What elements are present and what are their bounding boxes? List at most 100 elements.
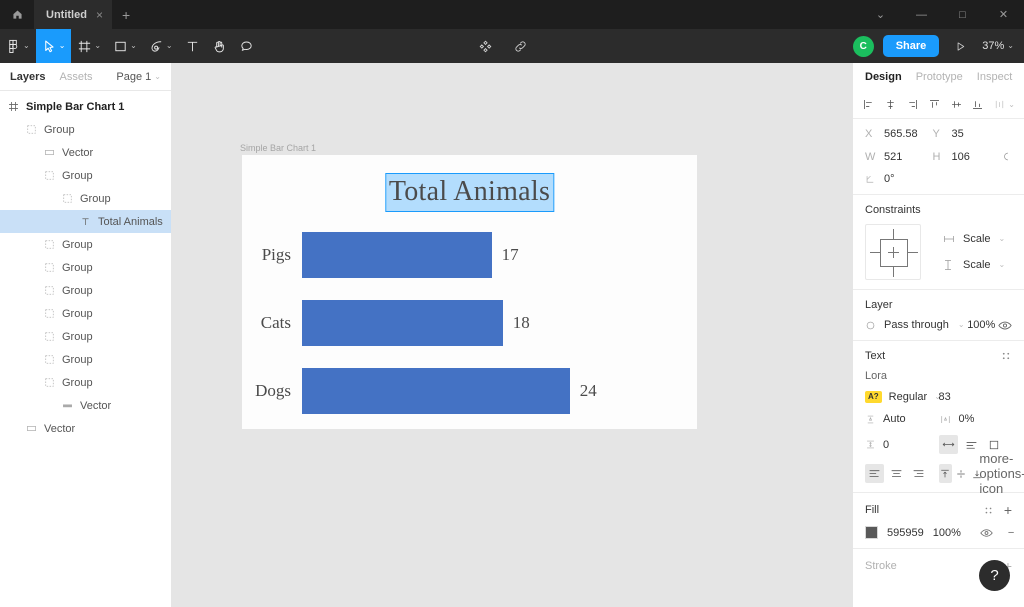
chevron-down-icon[interactable]: ⌄ xyxy=(860,0,901,29)
avatar[interactable]: C xyxy=(852,35,874,57)
document-tab[interactable]: Untitled × xyxy=(34,0,112,29)
y-field[interactable]: Y 35 xyxy=(933,128,1001,140)
horizontal-constraint[interactable]: Scale ⌄ xyxy=(943,233,1005,245)
text-tool-icon[interactable] xyxy=(179,29,206,63)
shape-tool-icon[interactable]: ⌄ xyxy=(107,29,143,63)
fill-opacity-value[interactable]: 100% xyxy=(933,527,961,539)
tab-prototype[interactable]: Prototype xyxy=(916,71,963,83)
chevron-down-icon[interactable]: ⌄ xyxy=(59,42,66,50)
width-value[interactable]: 521 xyxy=(884,151,902,163)
text-align-right-icon[interactable] xyxy=(909,464,928,483)
chevron-down-icon[interactable]: ⌄ xyxy=(1008,100,1015,109)
eye-icon[interactable] xyxy=(980,528,993,538)
close-icon[interactable]: × xyxy=(96,8,103,22)
y-value[interactable]: 35 xyxy=(952,128,964,140)
blend-mode-value[interactable]: Pass through xyxy=(884,319,949,331)
x-field[interactable]: X 565.58 xyxy=(865,128,933,140)
horizontal-constraint-value[interactable]: Scale xyxy=(963,233,991,245)
share-button[interactable]: Share xyxy=(882,35,940,57)
text-align-center-icon[interactable] xyxy=(887,464,906,483)
bar-rect[interactable] xyxy=(302,300,503,346)
window-close-icon[interactable]: ✕ xyxy=(983,0,1024,29)
text-valign-middle-icon[interactable] xyxy=(955,464,968,483)
distribute-icon[interactable]: ⌄ xyxy=(993,98,1015,111)
chart-title[interactable]: Total Animals xyxy=(384,173,555,212)
auto-height-icon[interactable] xyxy=(962,435,981,454)
home-button[interactable] xyxy=(0,0,34,29)
add-fill-button[interactable]: + xyxy=(1004,502,1012,518)
fill-color-hex[interactable]: 595959 xyxy=(887,527,924,539)
link-icon[interactable] xyxy=(507,29,534,63)
bar-rect[interactable] xyxy=(302,232,492,278)
comment-tool-icon[interactable] xyxy=(233,29,260,63)
letter-spacing-value[interactable]: 0% xyxy=(959,413,975,425)
line-height-field[interactable]: Auto xyxy=(865,413,939,425)
design-canvas[interactable]: Simple Bar Chart 1 Total Animals Pigs 17 C… xyxy=(172,63,852,607)
chevron-down-icon[interactable]: ⌄ xyxy=(94,42,101,50)
constraints-widget[interactable] xyxy=(865,224,921,280)
layer-row[interactable]: Group xyxy=(0,256,171,279)
frame-name-label[interactable]: Simple Bar Chart 1 xyxy=(240,143,316,153)
chevron-down-icon[interactable]: ⌄ xyxy=(999,235,1006,243)
layer-row[interactable]: Group xyxy=(0,325,171,348)
align-right-icon[interactable] xyxy=(906,98,919,111)
chart-frame[interactable]: Total Animals Pigs 17 Cats 18 Dogs 24 xyxy=(242,155,697,429)
bar-row[interactable]: Pigs 17 xyxy=(242,221,697,289)
align-left-icon[interactable] xyxy=(862,98,875,111)
bar-rect[interactable] xyxy=(302,368,570,414)
paragraph-spacing-value[interactable]: 0 xyxy=(883,439,889,451)
layer-row[interactable]: Group xyxy=(0,348,171,371)
chevron-down-icon[interactable]: ⌄ xyxy=(999,261,1006,269)
components-icon[interactable] xyxy=(472,29,499,63)
layer-row[interactable]: Vector xyxy=(0,417,171,440)
type-details-icon[interactable] xyxy=(1000,350,1012,362)
blend-mode-field[interactable]: Pass through ⌄ xyxy=(865,319,965,331)
frame-tool-icon[interactable]: ⌄ xyxy=(71,29,107,63)
layer-row[interactable]: Group xyxy=(0,164,171,187)
layer-row[interactable]: Vector xyxy=(0,394,171,417)
height-value[interactable]: 106 xyxy=(952,151,970,163)
bar-row[interactable]: Dogs 24 xyxy=(242,357,697,425)
vertical-constraint[interactable]: Scale ⌄ xyxy=(943,259,1005,271)
layer-row[interactable]: Simple Bar Chart 1 xyxy=(0,95,171,118)
fill-styles-icon[interactable] xyxy=(983,505,994,516)
chart-title-selection[interactable]: Total Animals xyxy=(384,173,555,212)
help-button[interactable]: ? xyxy=(979,560,1010,591)
tab-layers[interactable]: Layers xyxy=(10,71,45,83)
font-family-value[interactable]: Lora xyxy=(865,370,1012,382)
layer-row[interactable]: Vector xyxy=(0,141,171,164)
width-field[interactable]: W 521 xyxy=(865,151,933,163)
fill-color-swatch[interactable] xyxy=(865,526,878,539)
layer-row[interactable]: Group xyxy=(0,187,171,210)
tab-inspect[interactable]: Inspect xyxy=(977,71,1012,83)
text-valign-top-icon[interactable] xyxy=(938,464,952,483)
bar-row[interactable]: Cats 18 xyxy=(242,289,697,357)
remove-fill-button[interactable]: − xyxy=(1008,527,1014,539)
paragraph-spacing-field[interactable]: 0 xyxy=(865,439,939,451)
vertical-constraint-value[interactable]: Scale xyxy=(963,259,991,271)
rotation-field[interactable]: 0° xyxy=(865,173,933,185)
constrain-proportions-icon[interactable] xyxy=(1000,150,1012,163)
line-height-value[interactable]: Auto xyxy=(883,413,906,425)
font-style-value[interactable]: Regular xyxy=(889,391,928,403)
new-tab-button[interactable]: + xyxy=(112,0,140,29)
layer-row[interactable]: Group xyxy=(0,118,171,141)
font-size-value[interactable]: 83 xyxy=(939,391,951,403)
auto-width-icon[interactable] xyxy=(938,435,958,454)
x-value[interactable]: 565.58 xyxy=(884,128,918,140)
page-selector[interactable]: Page 1 ⌄ xyxy=(116,71,161,83)
layer-row[interactable]: Total Animals xyxy=(0,210,171,233)
font-style-field[interactable]: A? Regular ⌄ xyxy=(865,391,941,403)
tab-design[interactable]: Design xyxy=(865,71,902,83)
layer-opacity-value[interactable]: 100% xyxy=(967,319,995,331)
tab-assets[interactable]: Assets xyxy=(59,71,92,83)
chevron-down-icon[interactable]: ⌄ xyxy=(23,42,30,50)
layer-row[interactable]: Group xyxy=(0,302,171,325)
chevron-down-icon[interactable]: ⌄ xyxy=(1007,42,1014,50)
minimize-icon[interactable]: — xyxy=(901,0,942,29)
chevron-down-icon[interactable]: ⌄ xyxy=(154,72,161,81)
hand-tool-icon[interactable] xyxy=(206,29,233,63)
layer-row[interactable]: Group xyxy=(0,233,171,256)
chevron-down-icon[interactable]: ⌄ xyxy=(958,321,965,329)
rotation-value[interactable]: 0° xyxy=(884,173,895,185)
